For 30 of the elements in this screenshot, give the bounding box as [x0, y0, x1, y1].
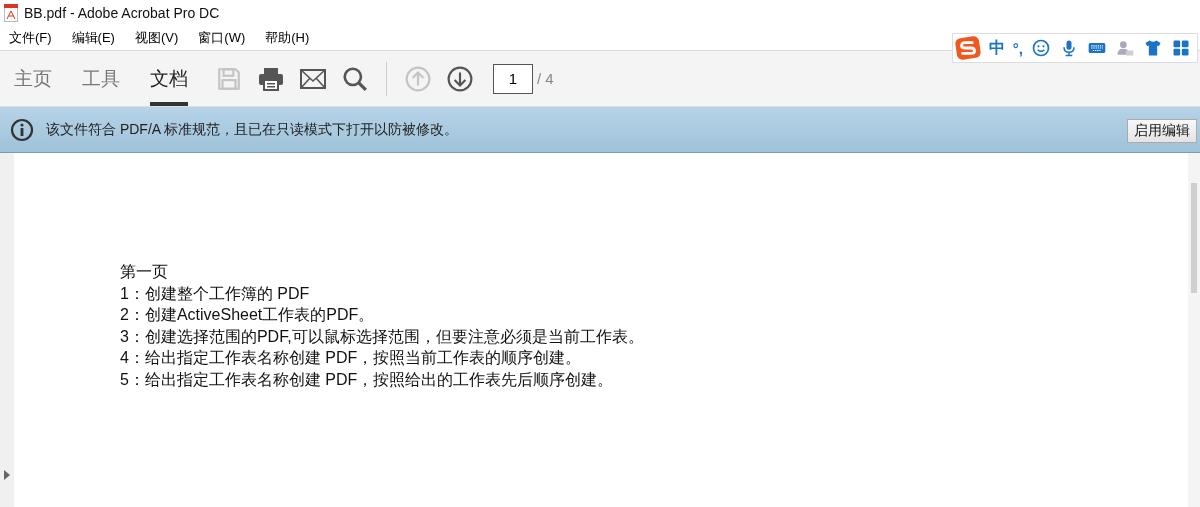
tab[interactable]: 主页	[14, 51, 52, 106]
page-number-field[interactable]: 1	[493, 63, 533, 94]
window-title: BB.pdf - Adobe Acrobat Pro DC	[24, 4, 220, 21]
pdf-file-icon	[4, 3, 18, 22]
menu-item[interactable]: 窗口(W)	[198, 28, 246, 47]
sogou-logo-icon[interactable]	[954, 35, 981, 61]
info-message: 该文件符合 PDF/A 标准规范，且已在只读模式下打开以防被修改。	[46, 120, 460, 139]
input-mode-toggle[interactable]: 中	[988, 37, 1005, 59]
search-icon[interactable]	[342, 65, 368, 92]
enable-editing-button[interactable]: 启用编辑	[1127, 119, 1197, 143]
scrollbar[interactable]	[1188, 153, 1200, 507]
tab[interactable]: 工具	[82, 51, 120, 106]
print-icon[interactable]	[258, 65, 284, 92]
punctuation-toggle[interactable]: °,	[1012, 39, 1023, 57]
menu-item[interactable]: 编辑(E)	[71, 28, 115, 47]
document-text-line: 2：创建ActiveSheet工作表的PDF。	[120, 305, 376, 325]
menu-item[interactable]: 帮助(H)	[265, 28, 310, 47]
document-text-line: 第一页	[120, 262, 169, 282]
document-text-line: 1：创建整个工作簿的 PDF	[120, 283, 311, 304]
page-total: / 4	[537, 70, 554, 87]
document-text-line: 4：给出指定工作表名称创建 PDF，按照当前工作表的顺序创建。	[120, 348, 583, 368]
smiley-icon[interactable]	[1031, 38, 1051, 58]
menu-item[interactable]: 视图(V)	[134, 28, 179, 47]
document-text-line: 5：给出指定工作表名称创建 PDF，按照给出的工作表先后顺序创建。	[120, 369, 615, 390]
document-text-line: 3：创建选择范围的PDF,可以鼠标选择范围，但要注意必须是当前工作表。	[120, 326, 645, 347]
menu-item[interactable]: 文件(F)	[9, 28, 52, 47]
info-icon	[10, 117, 34, 142]
expand-arrow-icon[interactable]	[4, 470, 10, 480]
grid-menu-icon[interactable]	[1171, 38, 1191, 58]
shirt-icon[interactable]	[1143, 38, 1163, 58]
